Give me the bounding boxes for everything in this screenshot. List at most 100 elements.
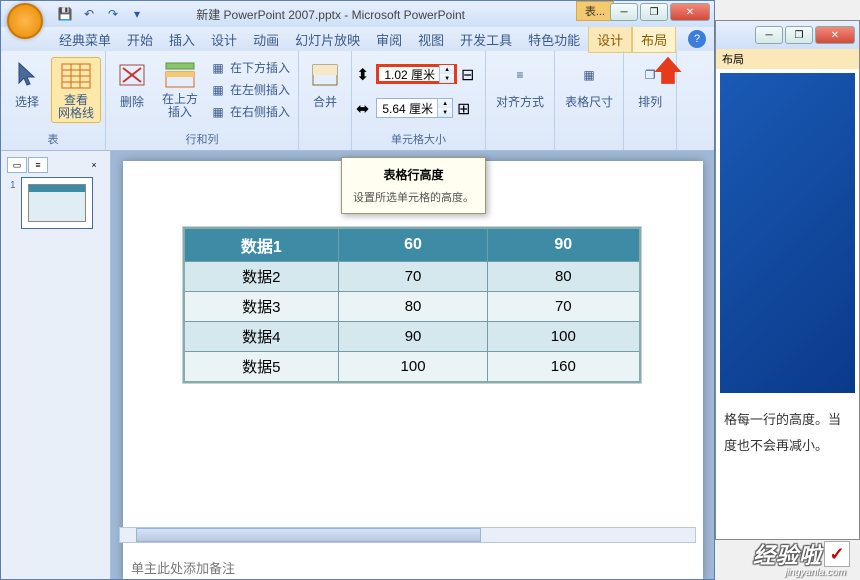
delete-button[interactable]: 删除 [110,57,154,112]
align-label: 对齐方式 [496,93,544,110]
maximize-button[interactable]: ❐ [640,3,668,21]
scrollbar-thumb[interactable] [136,528,481,542]
insert-right-button[interactable]: ▦在右侧插入 [206,101,294,122]
table-row[interactable]: 数据5100160 [184,352,640,383]
cell[interactable]: 80 [488,262,640,292]
contextual-tab-label: 表... [576,1,614,21]
col-width-down[interactable]: ▼ [438,108,452,117]
insert-below-button[interactable]: ▦在下方插入 [206,57,294,78]
menu-slideshow[interactable]: 幻灯片放映 [287,27,368,52]
slide-thumbnail-1[interactable]: 1 [21,177,93,229]
outline-tab[interactable]: ≡ [28,157,48,173]
bg-minimize-button[interactable]: ─ [755,26,783,44]
align-button[interactable]: ≡ 对齐方式 [490,57,550,112]
menu-ctx-layout[interactable]: 布局 [632,26,676,53]
slide-canvas[interactable]: 数据1 60 90 数据27080 数据38070 数据490100 数据510… [123,161,703,579]
watermark: 经验啦 ✓ [753,538,850,570]
redo-icon[interactable]: ↷ [103,4,123,24]
minimize-button[interactable]: ─ [610,3,638,21]
cell[interactable]: 70 [488,292,640,322]
close-pane-icon[interactable]: × [84,157,104,173]
header-cell[interactable]: 60 [339,228,488,262]
cell[interactable]: 80 [339,292,488,322]
row-height-up[interactable]: ▲ [440,65,454,74]
cell[interactable]: 数据2 [184,262,339,292]
background-window: ─ ❐ ✕ 布局 格每一行的高度。当 度也不会再减小。 [715,20,860,540]
distribute-rows-icon[interactable]: ⊟ [461,65,479,83]
menu-ctx-design[interactable]: 设计 [588,26,632,53]
slide-area: 数据1 60 90 数据27080 数据38070 数据490100 数据510… [111,151,714,579]
row-height-down[interactable]: ▼ [440,74,454,83]
cell[interactable]: 数据4 [184,322,339,352]
menu-start[interactable]: 开始 [119,27,161,52]
header-cell[interactable]: 数据1 [184,228,339,262]
gridlines-label: 查看 网格线 [58,94,94,120]
menu-anim[interactable]: 动画 [245,27,287,52]
slides-tab[interactable]: ▭ [7,157,27,173]
bg-content-area [720,73,855,393]
table-header-row[interactable]: 数据1 60 90 [184,228,640,262]
cell[interactable]: 100 [339,352,488,383]
tooltip: 表格行高度 设置所选单元格的高度。 [341,157,486,214]
bg-tab[interactable]: 布局 [716,49,859,69]
undo-icon[interactable]: ↶ [79,4,99,24]
gridlines-button[interactable]: 查看 网格线 [51,57,101,123]
help-icon[interactable]: ? [688,30,706,48]
powerpoint-window: 💾 ↶ ↷ ▾ 新建 PowerPoint 2007.pptx - Micros… [0,0,715,580]
table-row[interactable]: 数据38070 [184,292,640,322]
thumb-number: 1 [10,180,16,191]
horizontal-scrollbar[interactable] [119,527,696,543]
table-row[interactable]: 数据27080 [184,262,640,292]
menu-insert[interactable]: 插入 [161,27,203,52]
merge-group-label [303,146,347,148]
insert-above-button[interactable]: 在上方 插入 [156,57,204,121]
menu-special[interactable]: 特色功能 [520,27,588,52]
merge-icon [309,59,341,91]
cell[interactable]: 70 [339,262,488,292]
row-height-input[interactable] [379,67,439,81]
col-width-spinner[interactable]: ▲▼ [376,98,453,118]
titlebar: 💾 ↶ ↷ ▾ 新建 PowerPoint 2007.pptx - Micros… [1,1,714,27]
bg-close-button[interactable]: ✕ [815,26,855,44]
menubar: 经典菜单 开始 插入 设计 动画 幻灯片放映 审阅 视图 开发工具 特色功能 设… [1,27,714,51]
align-icon: ≡ [504,59,536,91]
grid-icon [60,60,92,92]
cell[interactable]: 数据3 [184,292,339,322]
ribbon-group-table: 选择 查看 网格线 表 [1,51,106,150]
tablesize-button[interactable]: ▦表格尺寸 [559,57,619,112]
menu-dev[interactable]: 开发工具 [452,27,520,52]
menu-review[interactable]: 审阅 [368,27,410,52]
header-cell[interactable]: 90 [488,228,640,262]
annotation-arrow-icon [651,55,685,94]
insert-left-button[interactable]: ▦在左侧插入 [206,79,294,100]
cell[interactable]: 100 [488,322,640,352]
bg-text: 格每一行的高度。当 度也不会再减小。 [716,397,859,469]
menu-design[interactable]: 设计 [203,27,245,52]
menu-classic[interactable]: 经典菜单 [51,27,119,52]
tooltip-desc: 设置所选单元格的高度。 [352,189,475,205]
save-icon[interactable]: 💾 [55,4,75,24]
merge-button[interactable]: 合并 [303,57,347,112]
cell[interactable]: 160 [488,352,640,383]
bg-maximize-button[interactable]: ❐ [785,26,813,44]
select-label: 选择 [15,93,39,110]
distribute-cols-icon[interactable]: ⊞ [457,99,475,117]
tablesize-icon: ▦ [573,59,605,91]
select-button[interactable]: 选择 [5,57,49,112]
col-width-input[interactable] [377,101,437,115]
row-height-spinner[interactable]: ▲▼ [376,64,457,84]
office-button[interactable] [7,3,43,39]
table-row[interactable]: 数据490100 [184,322,640,352]
close-button[interactable]: ✕ [670,3,710,21]
menu-view[interactable]: 视图 [410,27,452,52]
insert-col-left-icon: ▦ [210,82,226,98]
notes-placeholder[interactable]: 单主此处添加备注 [131,558,235,577]
qat-dropdown-icon[interactable]: ▾ [127,4,147,24]
col-width-up[interactable]: ▲ [438,99,452,108]
rowscols-group-label: 行和列 [110,130,294,148]
data-table[interactable]: 数据1 60 90 数据27080 数据38070 数据490100 数据510… [183,227,641,383]
cell[interactable]: 90 [339,322,488,352]
window-title: 新建 PowerPoint 2007.pptx - Microsoft Powe… [196,6,465,23]
insert-left-label: 在左侧插入 [230,81,290,98]
cell[interactable]: 数据5 [184,352,339,383]
